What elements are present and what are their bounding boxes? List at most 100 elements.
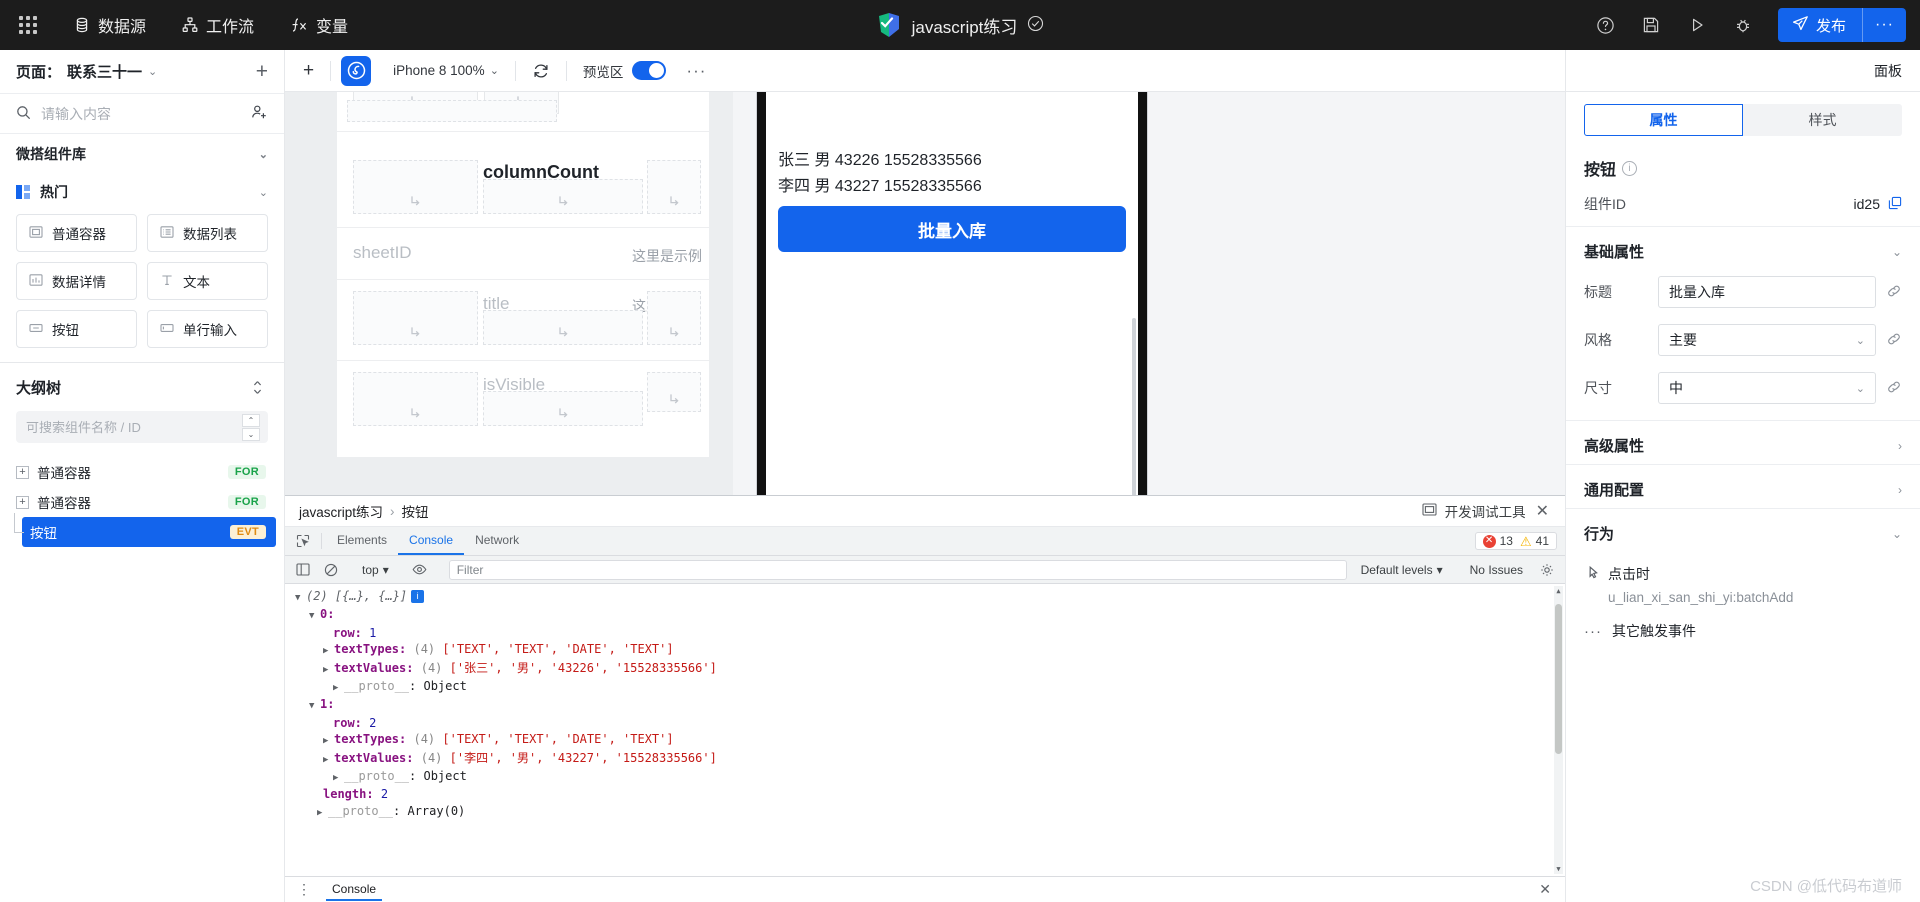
canvas-more-button[interactable]: ··· <box>676 56 716 86</box>
drawer-close-icon[interactable]: ✕ <box>1531 881 1559 898</box>
help-icon[interactable] <box>1584 0 1626 50</box>
tree-row-button-selected[interactable]: 按钮 EVT <box>14 513 276 547</box>
expand-triangle-icon[interactable]: ▶ <box>323 733 331 749</box>
behavior-handler[interactable]: u_lian_xi_san_shi_yi:batchAdd <box>1584 590 1902 619</box>
console-entry-0-proto[interactable]: ▶ __proto__: Object <box>285 678 1565 696</box>
device-selector[interactable]: iPhone 8 100% ⌄ <box>383 56 509 86</box>
panel-toggle-row[interactable]: 面板 <box>1566 50 1920 92</box>
drawer-tab-console[interactable]: Console <box>326 878 383 901</box>
live-expression-icon[interactable] <box>406 563 434 576</box>
console-entry-1-texttypes[interactable]: ▶ textTypes: (4) ['TEXT', 'TEXT', 'DATE',… <box>285 731 1565 749</box>
preview-batch-add-button[interactable]: 批量入库 <box>778 206 1126 252</box>
tree-row-container-1[interactable]: + 普通容器 FOR <box>8 457 276 487</box>
console-output[interactable]: ▼ (2) [{…}, {…}] i ▼ 0: row: 1 ▶ textTypes: … <box>285 584 1565 876</box>
component-card-button[interactable]: 按钮 <box>16 310 137 348</box>
add-component-button[interactable]: + <box>293 56 324 86</box>
drop-here-icon[interactable] <box>483 391 643 426</box>
info-badge-icon[interactable]: i <box>411 590 425 603</box>
component-library-header[interactable]: 微搭组件库 ⌄ <box>0 134 284 174</box>
field-title-input[interactable]: 批量入库 <box>1658 276 1876 308</box>
behavior-more-events[interactable]: ··· 其它触发事件 <box>1584 619 1902 651</box>
component-card-datadetail[interactable]: 数据详情 <box>16 262 137 300</box>
component-card-text[interactable]: 文本 <box>147 262 268 300</box>
error-badge[interactable]: ✕ 13 <box>1482 534 1513 548</box>
expand-icon[interactable]: + <box>16 465 29 479</box>
tab-styles[interactable]: 样式 <box>1743 104 1902 136</box>
expand-triangle-icon[interactable]: ▶ <box>333 680 341 696</box>
collapse-triangle-icon[interactable]: ▼ <box>309 698 317 714</box>
drop-here-icon[interactable] <box>647 291 701 345</box>
collapse-triangle-icon[interactable]: ▼ <box>295 590 303 606</box>
weapp-icon[interactable] <box>341 55 372 86</box>
console-entry-0-textvalues[interactable]: ▶ textValues: (4) ['张三', '男', '43226', '1… <box>285 660 1565 678</box>
component-search-input[interactable] <box>41 105 241 122</box>
console-levels-selector[interactable]: Default levels ▾ <box>1353 563 1451 577</box>
field-style-select[interactable]: 主要 ⌄ <box>1658 324 1876 356</box>
drop-here-icon[interactable] <box>647 372 701 412</box>
console-filter-input[interactable] <box>448 559 1347 580</box>
scroll-up-arrow[interactable]: ▲ <box>1554 586 1563 596</box>
drop-here-icon[interactable] <box>347 100 557 122</box>
user-settings-icon[interactable] <box>251 104 268 123</box>
tab-network[interactable]: Network <box>464 527 530 555</box>
component-card-container[interactable]: 普通容器 <box>16 214 137 252</box>
link-icon[interactable] <box>1886 379 1902 398</box>
console-scroll-thumb[interactable] <box>1555 604 1562 754</box>
outline-search-input[interactable] <box>26 419 236 435</box>
clear-console-icon[interactable] <box>317 563 345 577</box>
debug-icon[interactable] <box>1722 0 1764 50</box>
nav-item-datasource[interactable]: 数据源 <box>56 0 164 50</box>
console-scrollbar[interactable]: ▲ ▼ <box>1554 586 1563 874</box>
console-entry-1-textvalues[interactable]: ▶ textValues: (4) ['李四', '男', '43227', '1… <box>285 750 1565 768</box>
component-group-hot[interactable]: 热门 ⌄ <box>0 174 284 210</box>
collapse-triangle-icon[interactable]: ▼ <box>309 608 317 624</box>
inspect-icon[interactable] <box>289 527 317 555</box>
breadcrumb-component[interactable]: 按钮 <box>402 501 429 521</box>
console-array-proto[interactable]: ▶ __proto__: Array(0) <box>285 803 1565 821</box>
refresh-icon[interactable] <box>522 56 560 86</box>
page-selector[interactable]: 页面： 联系三十一 ⌄ + <box>0 50 284 94</box>
console-context-selector[interactable]: top ▾ <box>354 563 397 577</box>
tab-properties[interactable]: 属性 <box>1584 104 1743 136</box>
info-icon[interactable]: i <box>1622 160 1638 176</box>
field-size-select[interactable]: 中 ⌄ <box>1658 372 1876 404</box>
drop-here-icon[interactable] <box>483 310 643 345</box>
section-behavior[interactable]: 行为 ⌄ <box>1566 508 1920 552</box>
behavior-event-row[interactable]: 点击时 <box>1584 556 1902 590</box>
copy-icon[interactable] <box>1888 196 1902 213</box>
section-advanced-properties[interactable]: 高级属性 › <box>1566 420 1920 464</box>
drop-here-icon[interactable] <box>483 179 643 214</box>
expand-triangle-icon[interactable]: ▶ <box>323 643 331 659</box>
phone-preview-frame[interactable]: 张三 男 43226 15528335566 李四 男 43227 155283… <box>757 92 1147 495</box>
link-icon[interactable] <box>1886 283 1902 302</box>
console-entry-1-header[interactable]: ▼ 1: <box>285 696 1565 714</box>
close-icon[interactable]: ✕ <box>1534 501 1551 521</box>
drop-here-icon[interactable] <box>353 372 478 426</box>
preview-run-icon[interactable] <box>1676 0 1718 50</box>
publish-more-button[interactable]: ··· <box>1862 8 1906 42</box>
component-card-input[interactable]: 单行输入 <box>147 310 268 348</box>
drop-here-icon[interactable] <box>647 160 701 214</box>
design-canvas[interactable]: columnCount 69 <box>285 92 733 495</box>
tab-console[interactable]: Console <box>398 527 465 555</box>
apps-grid-icon[interactable] <box>0 16 56 34</box>
add-page-button[interactable]: + <box>256 61 268 82</box>
expand-triangle-icon[interactable]: ▶ <box>323 752 331 768</box>
console-sidebar-icon[interactable] <box>289 563 317 576</box>
breadcrumb-project[interactable]: javascript练习 <box>299 501 383 521</box>
expand-icon[interactable]: + <box>16 495 29 509</box>
prev-match-button[interactable]: ⌃ <box>242 413 260 427</box>
gear-icon[interactable] <box>1533 563 1561 577</box>
scroll-down-arrow[interactable]: ▼ <box>1554 864 1563 874</box>
expand-triangle-icon[interactable]: ▶ <box>333 770 341 786</box>
expand-triangle-icon[interactable]: ▶ <box>317 805 325 821</box>
next-match-button[interactable]: ⌄ <box>242 427 260 441</box>
component-card-datalist[interactable]: 数据列表 <box>147 214 268 252</box>
expand-triangle-icon[interactable]: ▶ <box>323 662 331 678</box>
no-issues-label[interactable]: No Issues <box>1460 563 1533 577</box>
console-entry-0-texttypes[interactable]: ▶ textTypes: (4) ['TEXT', 'TEXT', 'DATE',… <box>285 641 1565 659</box>
console-entry-0-header[interactable]: ▼ 0: <box>285 606 1565 624</box>
expand-collapse-icon[interactable] <box>246 376 268 398</box>
publish-button[interactable]: 发布 ··· <box>1778 8 1906 42</box>
save-icon[interactable] <box>1630 0 1672 50</box>
